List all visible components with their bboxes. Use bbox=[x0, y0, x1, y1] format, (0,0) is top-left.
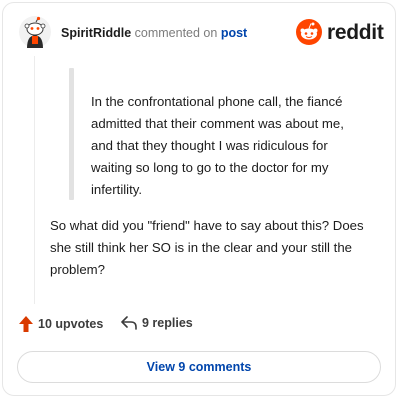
username-link[interactable]: SpiritRiddle bbox=[61, 26, 131, 40]
reddit-logo-icon bbox=[296, 19, 322, 45]
post-link[interactable]: post bbox=[221, 26, 247, 40]
reply-count: 9 replies bbox=[142, 316, 193, 330]
view-comments-button[interactable]: View 9 comments bbox=[17, 351, 381, 383]
reply-icon bbox=[121, 316, 137, 330]
thread-line bbox=[34, 56, 35, 304]
upvote-count: 10 upvotes bbox=[38, 317, 104, 331]
quoted-text: In the confrontational phone call, the f… bbox=[91, 94, 344, 197]
comment-body: So what did you "friend" have to say abo… bbox=[50, 218, 364, 277]
upvote-button[interactable]: 10 upvotes bbox=[19, 316, 103, 332]
user-avatar[interactable] bbox=[19, 16, 51, 48]
quote-bar bbox=[69, 68, 74, 200]
replies-button[interactable]: 9 replies bbox=[121, 316, 193, 330]
comment-header: SpiritRiddle commented on post reddit bbox=[19, 14, 386, 54]
comment-meta: SpiritRiddle commented on post bbox=[61, 26, 247, 40]
comment-actions: 10 upvotes 9 replies bbox=[19, 316, 319, 338]
action-text: commented on bbox=[134, 26, 218, 40]
upvote-arrow-icon bbox=[19, 316, 33, 332]
reddit-logo[interactable]: reddit bbox=[296, 18, 386, 46]
brand-wordmark: reddit bbox=[327, 21, 384, 44]
